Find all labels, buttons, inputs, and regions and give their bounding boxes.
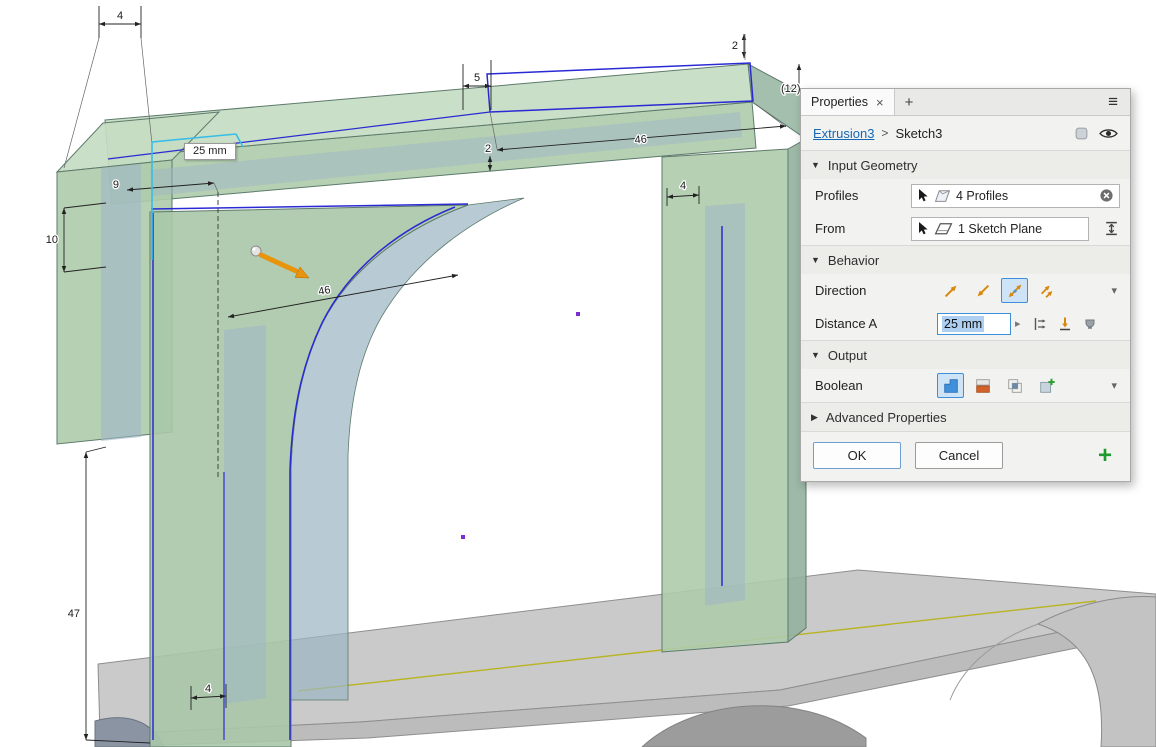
new-tab-button[interactable]: + <box>895 89 924 115</box>
extension-line <box>86 447 106 452</box>
direction-flipped-button[interactable] <box>969 278 996 303</box>
grip-highlight <box>252 247 255 250</box>
boolean-row: Boolean ▾ <box>801 369 1130 402</box>
add-operation-button[interactable]: + <box>1098 444 1118 468</box>
distance-input[interactable]: 25 mm <box>937 313 1011 335</box>
from-extent-icon[interactable] <box>1103 220 1120 237</box>
sketch-point[interactable] <box>576 312 580 316</box>
panel-menu-icon[interactable]: ≡ <box>1096 89 1130 115</box>
breadcrumb: Extrusion3 > Sketch3 <box>801 116 1130 150</box>
section-title: Advanced Properties <box>826 410 947 425</box>
sketch-point[interactable] <box>461 535 465 539</box>
dimension-label[interactable]: 46 <box>634 134 647 147</box>
visibility-eye-icon[interactable] <box>1099 127 1118 140</box>
direction-default-button[interactable] <box>937 278 964 303</box>
from-selector[interactable]: 1 Sketch Plane <box>911 217 1089 241</box>
from-row: From 1 Sketch Plane <box>801 212 1130 245</box>
profile-icon <box>934 188 951 203</box>
tabbar-spacer <box>923 89 1096 115</box>
expand-icon: ▶ <box>811 412 818 423</box>
boolean-new-solid-button[interactable] <box>1033 373 1060 398</box>
profiles-label: Profiles <box>815 188 911 203</box>
from-label: From <box>815 221 911 236</box>
dimension-label[interactable]: 5 <box>474 72 480 84</box>
section-title: Behavior <box>828 253 879 268</box>
dimension-label[interactable]: 47 <box>68 608 80 620</box>
collapse-icon: ▼ <box>811 350 820 360</box>
ok-button[interactable]: OK <box>813 442 901 469</box>
dimension-label[interactable]: 2 <box>485 143 491 155</box>
section-input-geometry[interactable]: ▼ Input Geometry <box>801 150 1130 179</box>
cursor-arrow-icon <box>917 188 929 203</box>
boolean-label: Boolean <box>815 378 911 393</box>
profiles-row: Profiles 4 Profiles <box>801 179 1130 212</box>
panel-footer: OK Cancel + <box>801 431 1130 481</box>
properties-panel: Properties × + ≡ Extrusion3 > Sketch3 ▼ … <box>800 88 1131 482</box>
distance-row: Distance A 25 mm ▸ <box>801 307 1130 340</box>
boolean-intersect-button[interactable] <box>1001 373 1028 398</box>
cursor-arrow-icon <box>917 221 929 236</box>
dimension-label[interactable]: 10 <box>46 234 58 246</box>
distance-label: Distance A <box>815 316 911 331</box>
boolean-cut-button[interactable] <box>969 373 996 398</box>
clear-selection-icon[interactable] <box>1099 188 1114 203</box>
sketch-plane-icon <box>934 221 953 236</box>
alternate-solution-icon[interactable] <box>1032 316 1048 332</box>
cad-viewport[interactable]: 4 5 2 46 2 9 10 <box>0 0 1156 747</box>
dimension-label[interactable]: 2 <box>732 40 738 52</box>
profiles-selector[interactable]: 4 Profiles <box>911 184 1120 208</box>
section-title: Output <box>828 348 867 363</box>
panel-tabbar: Properties × + ≡ <box>801 89 1130 116</box>
from-value: 1 Sketch Plane <box>958 222 1042 236</box>
base-right-leg[interactable] <box>1038 597 1156 747</box>
collapse-icon: ▼ <box>811 160 820 170</box>
collapse-icon: ▼ <box>811 255 820 265</box>
beam-end-face[interactable] <box>748 64 806 139</box>
breadcrumb-sketch[interactable]: Sketch3 <box>895 126 942 141</box>
dimension-label[interactable]: 9 <box>113 179 119 191</box>
direction-asymmetric-button[interactable] <box>1033 278 1060 303</box>
to-selected-face-icon[interactable] <box>1082 316 1098 332</box>
breadcrumb-separator: > <box>881 126 888 140</box>
distance-value: 25 mm <box>942 316 984 332</box>
cancel-button[interactable]: Cancel <box>915 442 1003 469</box>
dimension-label[interactable]: 4 <box>205 683 211 695</box>
section-behavior[interactable]: ▼ Behavior <box>801 245 1130 274</box>
dimension-label[interactable]: 4 <box>117 10 123 22</box>
boolean-join-button[interactable] <box>937 373 964 398</box>
profiles-value: 4 Profiles <box>956 189 1008 203</box>
direction-dropdown-icon[interactable]: ▾ <box>1111 284 1120 297</box>
solid-body-icon[interactable] <box>1074 126 1089 141</box>
distance-tooltip: 25 mm <box>184 143 236 160</box>
sketch-points[interactable] <box>461 312 580 539</box>
direction-symmetric-button[interactable] <box>1001 278 1028 303</box>
tab-properties[interactable]: Properties × <box>801 89 895 115</box>
direction-row: Direction ▾ <box>801 274 1130 307</box>
flyout-arrow-icon[interactable]: ▸ <box>1015 317 1021 330</box>
dimension-label[interactable]: 46 <box>317 284 331 298</box>
boolean-dropdown-icon[interactable]: ▾ <box>1111 379 1120 392</box>
to-next-icon[interactable] <box>1057 316 1073 332</box>
section-advanced-properties[interactable]: ▶ Advanced Properties <box>801 402 1130 431</box>
breadcrumb-extrusion-link[interactable]: Extrusion3 <box>813 126 874 141</box>
section-output[interactable]: ▼ Output <box>801 340 1130 369</box>
dimension-label[interactable]: 4 <box>680 180 686 192</box>
section-title: Input Geometry <box>828 158 918 173</box>
tab-label: Properties <box>811 95 868 109</box>
dimension-label[interactable]: (12) <box>781 83 801 95</box>
tab-close-icon[interactable]: × <box>876 96 884 109</box>
direction-label: Direction <box>815 283 911 298</box>
